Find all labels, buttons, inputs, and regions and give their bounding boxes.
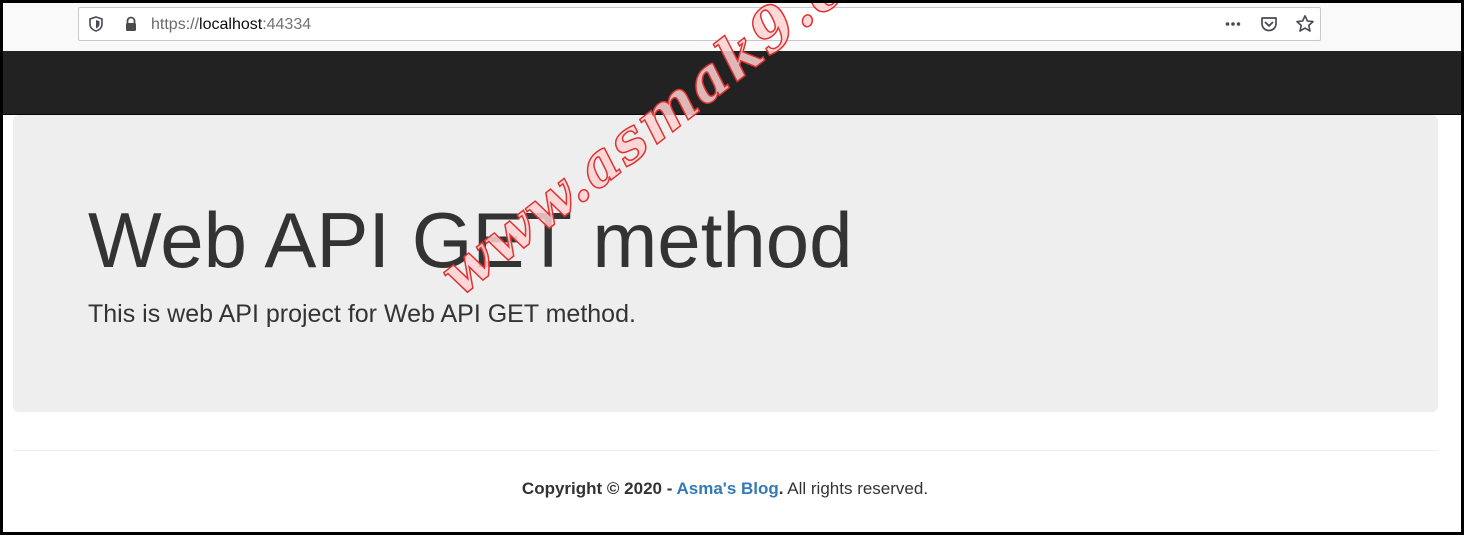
url-port: :44334 — [262, 16, 312, 33]
page-actions-icon[interactable] — [1225, 16, 1241, 32]
lead-text: This is web API project for Web API GET … — [88, 300, 636, 328]
page-title: Web API GET method — [88, 196, 853, 284]
address-bar[interactable]: https://localhost:44334 — [78, 7, 1321, 41]
url-host: localhost — [199, 16, 263, 33]
rights-text: All rights reserved. — [783, 479, 929, 498]
bookmark-star-icon[interactable] — [1295, 14, 1315, 34]
url-scheme: https:// — [151, 16, 200, 33]
site-navbar — [3, 51, 1461, 115]
browser-toolbar: https://localhost:44334 — [3, 3, 1461, 52]
lock-icon[interactable] — [123, 16, 139, 32]
browser-window: https://localhost:44334 Web API GET meth… — [3, 3, 1461, 532]
blog-link[interactable]: Asma's Blog — [676, 479, 778, 498]
tracking-shield-icon[interactable] — [88, 16, 104, 32]
copyright-text: Copyright © 2020 - — [521, 479, 677, 498]
url-text[interactable]: https://localhost:44334 — [151, 16, 311, 34]
pocket-icon[interactable] — [1260, 15, 1278, 33]
footer: Copyright © 2020 - Asma's Blog. All righ… — [3, 478, 1447, 500]
footer-divider — [13, 450, 1438, 451]
jumbotron: Web API GET method This is web API proje… — [13, 115, 1438, 412]
